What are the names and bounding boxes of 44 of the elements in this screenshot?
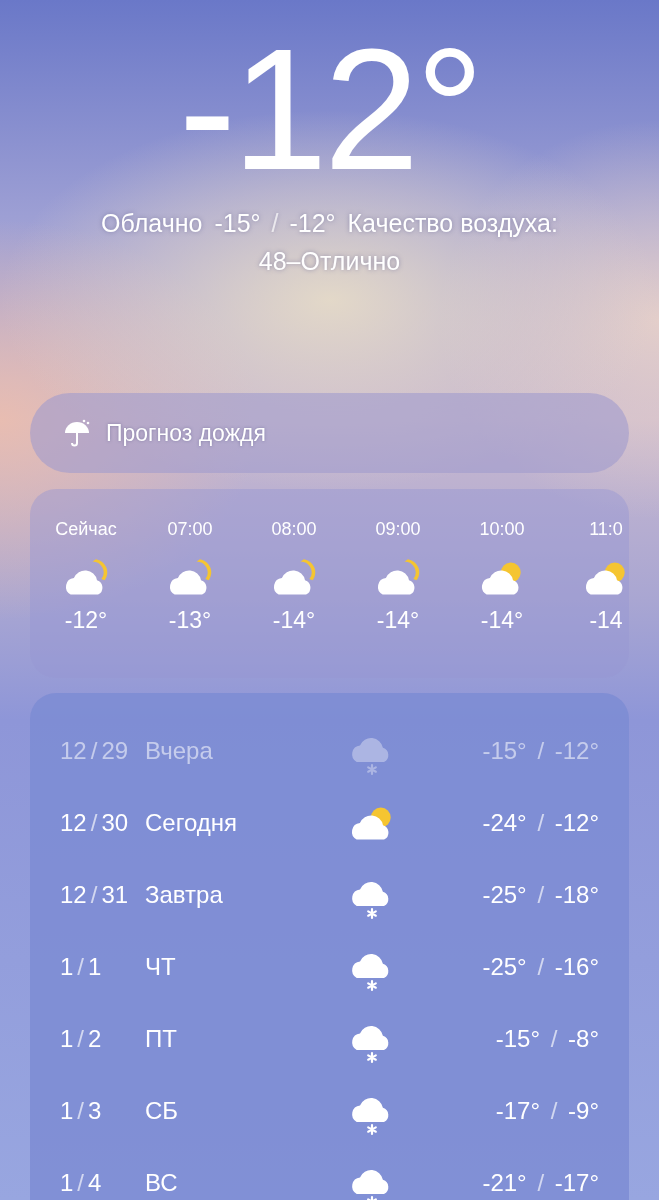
temperature-range: -15° / -12° bbox=[482, 737, 599, 765]
temperature-range: -25° / -16° bbox=[482, 953, 599, 981]
date-label: 12/31 bbox=[60, 881, 130, 909]
day-label: Завтра bbox=[145, 881, 224, 909]
date-label: 12/30 bbox=[60, 809, 130, 837]
hour-temperature: -14° bbox=[376, 607, 420, 634]
hour-temperature: -14° bbox=[480, 607, 524, 634]
date-label: 1/4 bbox=[60, 1169, 103, 1197]
cloud-moon-icon bbox=[376, 559, 420, 597]
temperature-range: -25° / -18° bbox=[482, 881, 599, 909]
temperature-range: -15° / -8° bbox=[495, 1025, 599, 1053]
day-label: СБ bbox=[145, 1097, 180, 1125]
rain-forecast-button[interactable]: Прогноз дождя bbox=[30, 393, 629, 473]
day-label: ВС bbox=[145, 1169, 179, 1197]
umbrella-icon bbox=[62, 418, 92, 448]
day-label: ПТ bbox=[145, 1025, 178, 1053]
temperature-range: -21° / -17° bbox=[482, 1169, 599, 1197]
temperature-range: -15° / -12° bbox=[214, 208, 336, 239]
day-label: Вчера bbox=[145, 737, 214, 765]
date-label: 1/3 bbox=[60, 1097, 103, 1125]
hour-label: 08:00 bbox=[271, 519, 317, 541]
date-label: 12/29 bbox=[60, 737, 130, 765]
date-label: 1/1 bbox=[60, 953, 103, 981]
day-label: ЧТ bbox=[145, 953, 177, 981]
cloud-moon-icon bbox=[272, 559, 316, 597]
hour-temperature: -13° bbox=[168, 607, 212, 634]
temperature-range: -17° / -9° bbox=[495, 1097, 599, 1125]
current-temperature: -12° bbox=[178, 14, 481, 204]
air-quality-value: 48–Отлично bbox=[258, 246, 401, 277]
condition-text: Облачно bbox=[101, 208, 203, 239]
hour-temperature: -12° bbox=[64, 607, 108, 634]
cloud-moon-icon bbox=[168, 559, 212, 597]
temperature-range: -24° / -12° bbox=[482, 809, 599, 837]
hour-label: Сейчас bbox=[55, 519, 117, 541]
cloud-moon-icon bbox=[64, 559, 108, 597]
date-label: 1/2 bbox=[60, 1025, 103, 1053]
day-label: Сегодня bbox=[145, 809, 238, 837]
hour-label: 11:0 bbox=[589, 519, 623, 541]
hour-temperature: -14 bbox=[589, 607, 623, 634]
air-quality-label: Качество воздуха: bbox=[347, 208, 558, 239]
hour-label: 10:00 bbox=[479, 519, 525, 541]
hour-label: 09:00 bbox=[375, 519, 421, 541]
hour-label: 07:00 bbox=[167, 519, 213, 541]
hour-temperature: -14° bbox=[272, 607, 316, 634]
